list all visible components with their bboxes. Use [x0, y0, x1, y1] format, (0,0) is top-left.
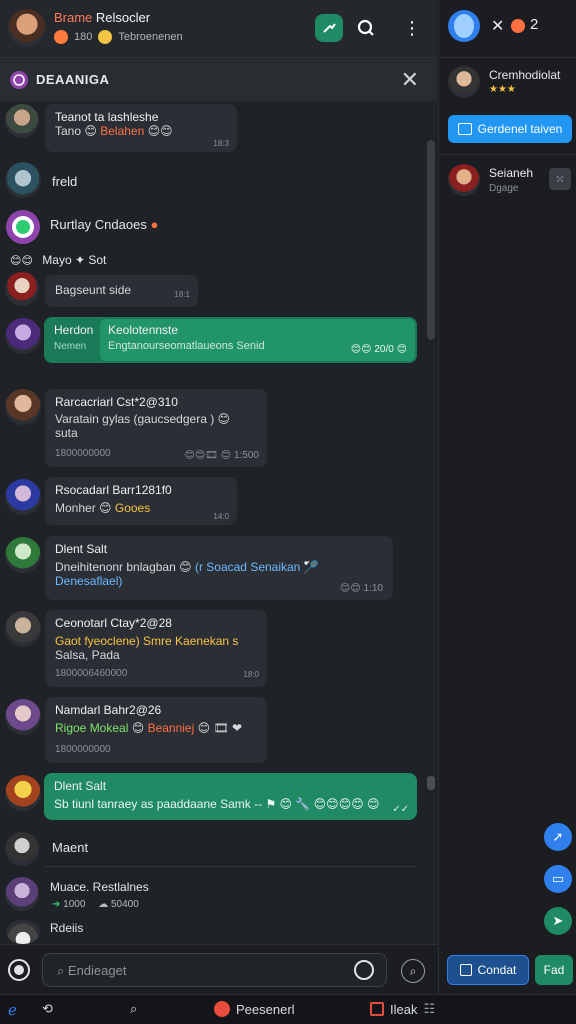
- message-bubble[interactable]: Herdon Nemen Keolotennste Engtanourseoma…: [44, 317, 417, 363]
- section-icon: [10, 71, 28, 89]
- list-item-title[interactable]: Muace. Restlalnes: [50, 880, 149, 894]
- search-button[interactable]: [352, 14, 380, 42]
- composer: ⌕ Endieaget ⌕: [0, 944, 437, 994]
- avatar[interactable]: [5, 537, 41, 573]
- message-bubble[interactable]: Rsocadarl Barr1281f0 Monher 😊 Gooes 14:0: [45, 477, 237, 525]
- taskbar: ℯ ⟲ ⌕ Peesenerl Ileak ☷: [0, 994, 576, 1024]
- list-item[interactable]: Rdeiis: [50, 921, 83, 935]
- list-sub: Dgage: [489, 183, 519, 194]
- avatar[interactable]: [5, 104, 39, 138]
- message-bubble[interactable]: Dlent Salt Dneihitenonr bnlagban 😊 (r So…: [45, 536, 393, 600]
- contact-avatar[interactable]: [448, 66, 480, 98]
- side-panel: ✕ 2 Cremhodiolat ★★★ Gerdenel taiven Sei…: [438, 0, 576, 994]
- avatar[interactable]: [5, 877, 39, 911]
- close-icon[interactable]: ✕: [491, 16, 504, 36]
- search-icon: ⌕: [57, 963, 65, 978]
- message-bubble[interactable]: Teanot ta lashleshe Tano 😊 Belahen 😊😊 18…: [45, 104, 237, 152]
- scrollbar-thumb-bottom[interactable]: [427, 776, 435, 790]
- taskbar-app-2[interactable]: Ileak ☷: [370, 1001, 435, 1017]
- avatar[interactable]: [5, 162, 41, 198]
- chat-title: Brame Relsocler: [54, 10, 151, 25]
- taskbar-app-1[interactable]: Peesenerl: [214, 1001, 295, 1017]
- list-item-meta: ➜ 1000 ☁ 50400: [52, 899, 139, 910]
- phone-icon: [323, 23, 336, 33]
- action-button[interactable]: Gerdenel taiven: [448, 115, 572, 143]
- close-icon[interactable]: ✕: [401, 67, 419, 93]
- profile-avatar[interactable]: [448, 10, 480, 42]
- flame-icon: [54, 30, 68, 44]
- divider: [439, 154, 576, 155]
- contact-button[interactable]: Condat: [447, 955, 529, 985]
- app-icon: [214, 1001, 230, 1017]
- emoji-icon[interactable]: [354, 960, 374, 980]
- avatar[interactable]: [5, 318, 41, 354]
- scrollbar-thumb[interactable]: [427, 140, 435, 340]
- message-fab[interactable]: ▭: [544, 865, 572, 893]
- message-bubble[interactable]: Dlent Salt Sb tiunl tanraey as paaddaane…: [44, 773, 417, 820]
- avatar[interactable]: [5, 775, 41, 811]
- avatar[interactable]: [5, 272, 39, 306]
- section-header: DEAANIGA ✕: [0, 59, 437, 101]
- grid-icon[interactable]: ⁙: [549, 168, 571, 190]
- notification-icon[interactable]: [511, 19, 525, 33]
- scrollbar[interactable]: [427, 100, 435, 790]
- divider: [45, 866, 417, 867]
- list-name: Seianeh: [489, 166, 534, 180]
- more-menu-button[interactable]: ⋮: [398, 14, 426, 42]
- list-item[interactable]: Rurtlay Cndaoes ●: [50, 217, 158, 232]
- contact-name: Cremhodiolat: [489, 68, 561, 82]
- message-bubble[interactable]: Namdarl Bahr2@26 Rigoe Mokeal 😊 Beanniej…: [45, 697, 267, 763]
- message-bubble[interactable]: Rarcacriarl Cst*2@310 Varatain gylas (ga…: [45, 389, 267, 467]
- divider: [439, 57, 576, 58]
- avatar[interactable]: [6, 920, 40, 944]
- voice-button[interactable]: ⌕: [401, 959, 425, 983]
- avatar[interactable]: [5, 389, 41, 425]
- list-item[interactable]: Maent: [52, 840, 88, 855]
- user-avatar[interactable]: [8, 9, 46, 47]
- notification-count: 2: [530, 16, 539, 33]
- avatar[interactable]: [5, 611, 41, 647]
- add-button[interactable]: Fad: [535, 955, 573, 985]
- call-button[interactable]: [315, 14, 343, 42]
- contact-rating: ★★★: [489, 84, 516, 95]
- avatar[interactable]: [5, 699, 41, 735]
- calendar-icon: [370, 1002, 384, 1016]
- emoji-icon: [98, 30, 113, 44]
- message-bubble[interactable]: Ceonotarl Ctay*2@28 Gaot fyeoclene) Smre…: [45, 610, 267, 687]
- send-fab[interactable]: ➤: [544, 907, 572, 935]
- back-icon[interactable]: ⟲: [42, 1001, 53, 1017]
- search-icon: [357, 19, 374, 36]
- save-icon: [459, 964, 472, 976]
- grid-icon: ☷: [423, 1001, 436, 1016]
- attach-icon[interactable]: [8, 959, 30, 981]
- avatar[interactable]: [6, 210, 40, 244]
- edge-icon[interactable]: ℯ: [8, 1001, 17, 1019]
- chat-subtitle: 180 Tebroenenen: [54, 30, 183, 44]
- section-label: DEAANIGA: [36, 72, 110, 87]
- list-item[interactable]: freld: [52, 174, 77, 189]
- chat-icon: [457, 123, 472, 135]
- avatar[interactable]: [5, 832, 39, 866]
- call-fab[interactable]: ➚: [544, 823, 572, 851]
- message-bubble[interactable]: Bagseunt side 18:1: [45, 275, 198, 307]
- search-icon[interactable]: ⌕: [130, 1001, 137, 1017]
- chat-panel: Brame Relsocler 180 Tebroenenen ⋮ DEAANI…: [0, 0, 437, 994]
- chat-header: Brame Relsocler 180 Tebroenenen ⋮: [0, 0, 437, 58]
- message-input[interactable]: ⌕ Endieaget: [42, 953, 387, 987]
- avatar[interactable]: [5, 479, 41, 515]
- list-avatar[interactable]: [448, 164, 480, 196]
- list-item[interactable]: 😊😊 Mayo ✦ Sot: [10, 253, 106, 267]
